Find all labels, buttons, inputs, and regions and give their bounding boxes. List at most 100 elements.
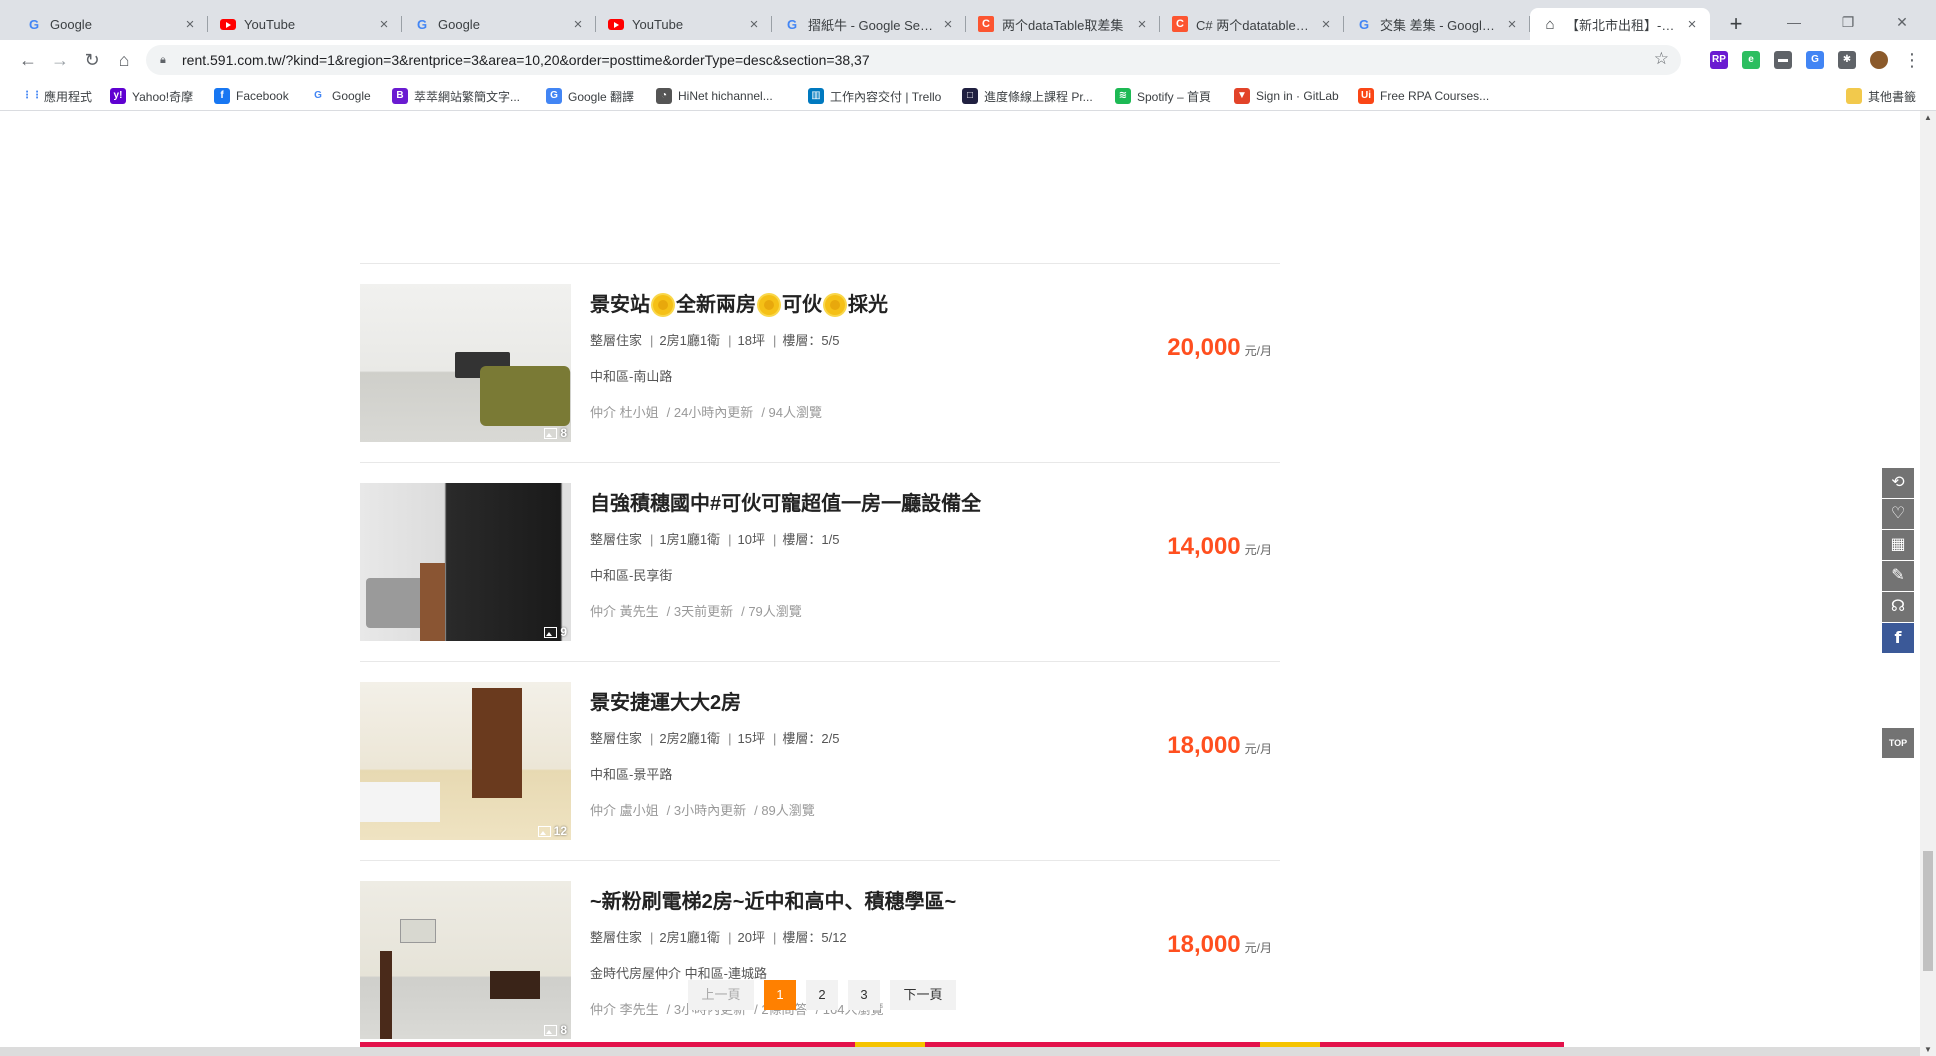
title-text: 自強積穗國中#可伙可寵超值一房一廳設備全 bbox=[590, 493, 982, 515]
bookmark-item[interactable]: Ui Free RPA Courses... bbox=[1358, 86, 1489, 106]
close-tab-icon[interactable]: × bbox=[376, 16, 392, 33]
scroll-up-icon[interactable]: ▲ bbox=[1920, 113, 1936, 122]
listing-item[interactable]: 8 景安站 全新兩房 可伙 採光 整層住家 | 2房1廳1衛 | 18坪 | 樓層：5/5 中和區-南山… bbox=[360, 264, 1280, 463]
listing-title[interactable]: 景安站 全新兩房 可伙 採光 bbox=[590, 290, 1150, 320]
browser-tab[interactable]: G Google × bbox=[402, 8, 596, 40]
browser-tab[interactable]: G 摺紙牛 - Google Searc × bbox=[772, 8, 966, 40]
browser-tab[interactable]: C 两个dataTable取差集 × bbox=[966, 8, 1160, 40]
facebook-icon[interactable]: f bbox=[1882, 623, 1914, 653]
minimize-icon[interactable]: — bbox=[1774, 8, 1814, 36]
browser-tab[interactable]: YouTube × bbox=[596, 8, 772, 40]
page-2-button[interactable]: 2 bbox=[806, 980, 838, 1010]
qrcode-icon[interactable]: ▦ bbox=[1882, 530, 1914, 560]
bookmark-item[interactable]: ≋ Spotify – 首頁 bbox=[1115, 86, 1211, 106]
photo-icon bbox=[537, 825, 551, 837]
spotify-icon: ≋ bbox=[1115, 88, 1131, 104]
page-1-button[interactable]: 1 bbox=[764, 980, 796, 1010]
bookmark-label: 進度條線上課程 Pr... bbox=[984, 89, 1093, 104]
profile-avatar[interactable] bbox=[1870, 51, 1888, 69]
tab-title: 两个dataTable取差集 bbox=[1002, 17, 1124, 33]
scroll-down-icon[interactable]: ▼ bbox=[1920, 1045, 1936, 1054]
browser-tab[interactable]: YouTube × bbox=[208, 8, 402, 40]
listing-item[interactable]: 8 ~新粉刷電梯2房~近中和高中、積穗學區~ 整層住家 | 2房1廳1衛 | 20坪 | 樓層：… bbox=[360, 861, 1280, 1056]
bookmark-item[interactable]: G Google 翻譯 bbox=[546, 86, 634, 106]
back-to-top-button[interactable]: TOP bbox=[1882, 728, 1914, 758]
back-arrow-icon[interactable]: ← bbox=[14, 46, 42, 74]
listing-title[interactable]: 景安捷運大大2房 bbox=[590, 688, 1150, 718]
listing-photo[interactable]: 12 bbox=[360, 682, 571, 840]
bookmark-item[interactable]: 其他書籤 bbox=[1846, 86, 1916, 106]
bookmark-item[interactable]: y! Yahoo!奇摩 bbox=[110, 86, 193, 106]
title-text: 採光 bbox=[848, 294, 888, 316]
tab-title: 交集 差集 - Google Se bbox=[1380, 17, 1500, 33]
bookmark-item[interactable]: ▥ 工作內容交付 | Trello bbox=[808, 86, 941, 106]
browser-tab[interactable]: G Google × bbox=[14, 8, 208, 40]
heart-icon[interactable]: ♡ bbox=[1882, 499, 1914, 529]
next-page-button[interactable]: 下一頁 bbox=[890, 980, 956, 1010]
forward-arrow-icon[interactable]: → bbox=[46, 46, 74, 74]
scrollbar-thumb[interactable] bbox=[1923, 851, 1933, 971]
browser-tab[interactable]: C C# 两个datatable中的 × bbox=[1160, 8, 1344, 40]
vertical-scrollbar[interactable]: ▲ ▼ bbox=[1920, 111, 1936, 1056]
address-bar[interactable]: 🔒︎ rent.591.com.tw/?kind=1&region=3&rent… bbox=[146, 45, 1681, 75]
bookmark-item[interactable]: G Google bbox=[310, 86, 371, 106]
title-text: 可伙 bbox=[782, 294, 822, 316]
prev-page-button[interactable]: 上一頁 bbox=[688, 980, 754, 1010]
close-tab-icon[interactable]: × bbox=[1684, 16, 1700, 33]
bookmark-item[interactable]: ⋮⋮ 應用程式 bbox=[22, 86, 92, 106]
bookmark-item[interactable]: B 萃萃網站繁簡文字... bbox=[392, 86, 520, 106]
close-tab-icon[interactable]: × bbox=[940, 16, 956, 33]
page-3-button[interactable]: 3 bbox=[848, 980, 880, 1010]
photo-count: 8 bbox=[544, 426, 567, 440]
close-tab-icon[interactable]: × bbox=[570, 16, 586, 33]
bookmark-item[interactable]: f Facebook bbox=[214, 86, 289, 106]
listing-floor: 樓層：5/5 bbox=[782, 333, 840, 348]
translate-extension-icon[interactable]: G bbox=[1806, 51, 1824, 69]
close-window-icon[interactable]: ✕ bbox=[1882, 8, 1922, 36]
bookmark-item[interactable]: □ 進度條線上課程 Pr... bbox=[962, 86, 1093, 106]
listing-title[interactable]: 自強積穗國中#可伙可寵超值一房一廳設備全 bbox=[590, 489, 1150, 519]
horizontal-scrollbar[interactable] bbox=[0, 1047, 1920, 1056]
listing-meta: 仲介 盧小姐 / 3小時內更新 / 89人瀏覽 bbox=[590, 802, 1150, 820]
listing-item[interactable]: 12 景安捷運大大2房 整層住家 | 2房2廳1衛 | 15坪 | 樓層：2/5 中和區-景平路仲… bbox=[360, 662, 1280, 861]
close-tab-icon[interactable]: × bbox=[182, 16, 198, 33]
new-tab-icon[interactable]: + bbox=[1722, 10, 1750, 38]
photo-count: 12 bbox=[537, 824, 567, 838]
youtube-icon bbox=[608, 16, 624, 32]
listing-item-partial[interactable]: 6 bbox=[360, 111, 1280, 264]
close-tab-icon[interactable]: × bbox=[1318, 16, 1334, 33]
evernote-icon[interactable]: e bbox=[1742, 51, 1760, 69]
extension-rp-icon[interactable]: RP bbox=[1710, 51, 1728, 69]
close-tab-icon[interactable]: × bbox=[746, 16, 762, 33]
price-value: 18,000 bbox=[1167, 931, 1241, 958]
page-viewport: 6 8 景安站 全新兩房 可伙 採光整層住家|2房1廳1衛|18坪|樓層：5/5 中和區-… bbox=[0, 111, 1920, 1056]
listing-address: 中和區-民享街 bbox=[590, 568, 673, 583]
bookmark-item[interactable]: ◔ HiNet hichannel... bbox=[656, 86, 773, 106]
listing-title[interactable]: ~新粉刷電梯2房~近中和高中、積穗學區~ bbox=[590, 887, 1150, 917]
listing-specs: 整層住家 | 2房1廳1衛 | 18坪 | 樓層：5/5 bbox=[590, 333, 840, 348]
browser-toolbar: ← → ↻ ⌂ 🔒︎ rent.591.com.tw/?kind=1&regio… bbox=[0, 40, 1936, 80]
edit-icon[interactable]: ✎ bbox=[1882, 561, 1914, 591]
home-icon[interactable]: ⌂ bbox=[110, 46, 138, 74]
listing-specs: 整層住家 | 1房1廳1衛 | 10坪 | 樓層：1/5 bbox=[590, 532, 840, 547]
listing-item[interactable]: 9 自強積穗國中#可伙可寵超值一房一廳設備全整層住家 | 1房1廳1衛 | 10坪 | 樓層：… bbox=[360, 463, 1280, 662]
listing-photo[interactable]: 9 bbox=[360, 483, 571, 641]
close-tab-icon[interactable]: × bbox=[1134, 16, 1150, 33]
reload-icon[interactable]: ↻ bbox=[78, 46, 106, 74]
extension-folder-icon[interactable]: ▬ bbox=[1774, 51, 1792, 69]
close-tab-icon[interactable]: × bbox=[1504, 16, 1520, 33]
bookmarks-bar: ⋮⋮ 應用程式 y! Yahoo!奇摩 f Facebook G Google B 萃萃網站繁簡文… bbox=[0, 80, 1936, 111]
history-icon[interactable]: ⟲ bbox=[1882, 468, 1914, 498]
headset-icon[interactable]: ☊ bbox=[1882, 592, 1914, 622]
listing-photo[interactable]: 8 bbox=[360, 881, 571, 1039]
bookmark-star-icon[interactable]: ☆ bbox=[1654, 49, 1669, 69]
listing-size: 20坪 bbox=[737, 930, 765, 945]
menu-kebab-icon[interactable]: ⋮ bbox=[1898, 46, 1926, 74]
puzzle-extensions-icon[interactable]: ✱ bbox=[1838, 51, 1856, 69]
listing-photo[interactable]: 8 bbox=[360, 284, 571, 442]
bookmark-item[interactable]: ▼ Sign in · GitLab bbox=[1234, 86, 1339, 106]
browser-tab[interactable]: G 交集 差集 - Google Se × bbox=[1344, 8, 1530, 40]
restore-icon[interactable]: ❐ bbox=[1828, 8, 1868, 36]
browser-tab[interactable]: ⌂ 【新北市出租】-591房× bbox=[1530, 8, 1710, 40]
bookmark-label: Free RPA Courses... bbox=[1380, 89, 1490, 103]
